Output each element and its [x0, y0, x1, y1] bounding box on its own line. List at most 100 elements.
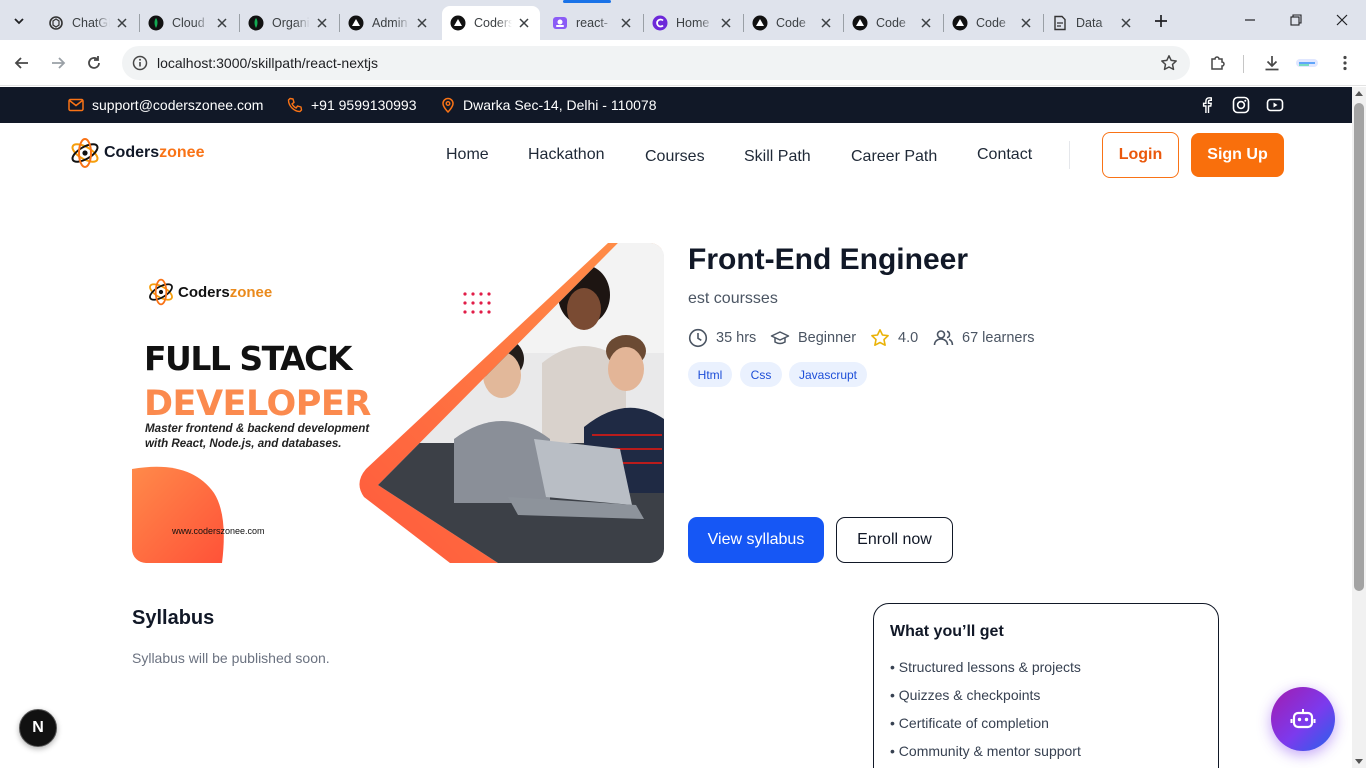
- restore-icon: [1290, 14, 1302, 26]
- triangle-logo-icon: [450, 15, 466, 31]
- close-tab-icon[interactable]: [1018, 15, 1034, 31]
- openai-icon: [48, 15, 64, 31]
- topbar-phone-text: +91 9599130993: [311, 97, 417, 113]
- minimize-window-button[interactable]: [1230, 8, 1270, 32]
- logo-text-zonee: zonee: [159, 144, 205, 161]
- banner-heading-line1: FULL STACK: [144, 339, 352, 378]
- page-viewport: support@coderszonee.com +91 9599130993 D…: [0, 87, 1352, 768]
- nav-career-path[interactable]: Career Path: [851, 148, 937, 166]
- mongodb-leaf-icon: [248, 15, 264, 31]
- reload-icon: [88, 56, 100, 69]
- url-text[interactable]: localhost:3000/skillpath/react-nextjs: [157, 55, 378, 71]
- close-tab-icon[interactable]: [1118, 15, 1134, 31]
- instagram-icon[interactable]: [1232, 96, 1250, 114]
- restore-window-button[interactable]: [1276, 8, 1316, 32]
- site-logo[interactable]: Coders zonee: [68, 136, 204, 170]
- enroll-now-button[interactable]: Enroll now: [836, 517, 953, 563]
- youtube-icon[interactable]: [1266, 96, 1284, 114]
- nextjs-dev-indicator[interactable]: N: [19, 709, 57, 747]
- banner-logo: Coders zonee: [146, 277, 272, 307]
- extensions-button[interactable]: [1206, 51, 1230, 75]
- benefit-item: • Structured lessons & projects: [890, 659, 1081, 675]
- clock-icon: [688, 328, 708, 348]
- bookmark-star-icon[interactable]: [1160, 54, 1178, 72]
- close-tab-icon[interactable]: [918, 15, 934, 31]
- app-icon: [552, 15, 568, 31]
- users-icon: [933, 330, 954, 346]
- signup-button[interactable]: Sign Up: [1191, 133, 1284, 177]
- close-tab-icon[interactable]: [314, 15, 330, 31]
- logo-text-coders: Coders: [104, 144, 160, 161]
- view-syllabus-button[interactable]: View syllabus: [688, 517, 824, 563]
- facebook-icon[interactable]: [1198, 96, 1216, 114]
- scrollbar-thumb[interactable]: [1354, 103, 1364, 591]
- syllabus-note: Syllabus will be published soon.: [132, 650, 330, 666]
- browser-tab-home[interactable]: Home: [644, 6, 742, 40]
- browser-menu-button[interactable]: [1333, 51, 1357, 75]
- syllabus-heading: Syllabus: [132, 607, 215, 629]
- close-tab-icon[interactable]: [618, 15, 634, 31]
- profile-button[interactable]: [1294, 53, 1320, 73]
- close-tab-icon[interactable]: [414, 15, 430, 31]
- close-tab-icon[interactable]: [214, 15, 230, 31]
- browser-tab-cloud[interactable]: Cloud: [140, 6, 238, 40]
- close-window-button[interactable]: [1322, 8, 1362, 32]
- nav-skill-path[interactable]: Skill Path: [744, 148, 811, 166]
- tag-html: Html: [688, 362, 732, 387]
- close-tab-icon[interactable]: [114, 15, 130, 31]
- nav-contact[interactable]: Contact: [977, 146, 1032, 164]
- nav-home[interactable]: Home: [446, 146, 489, 164]
- topbar-address-text: Dwarka Sec-14, Delhi - 110078: [463, 97, 657, 113]
- location-pin-icon: [442, 97, 454, 113]
- course-rating: 4.0: [870, 328, 918, 348]
- browser-tab-chatgpt[interactable]: ChatGPT: [40, 6, 138, 40]
- tag-javascript: Javascrupt: [789, 362, 867, 387]
- forward-button[interactable]: [46, 51, 70, 75]
- nav-courses[interactable]: Courses: [645, 148, 705, 166]
- graduation-cap-icon: [770, 331, 790, 345]
- scroll-down-arrow[interactable]: [1355, 759, 1363, 764]
- c-logo-icon: [652, 15, 668, 31]
- download-icon: [1265, 56, 1279, 71]
- atom-logo-icon: [71, 138, 99, 168]
- topbar-email[interactable]: support@coderszonee.com: [68, 87, 263, 123]
- triangle-logo-icon: [952, 15, 968, 31]
- browser-tab-data[interactable]: Data: [1044, 6, 1142, 40]
- page-scrollbar[interactable]: [1352, 87, 1366, 768]
- triangle-logo-icon: [348, 15, 364, 31]
- nav-hackathon[interactable]: Hackathon: [528, 146, 605, 164]
- chatbot-button[interactable]: [1271, 687, 1335, 751]
- new-tab-button[interactable]: [1150, 10, 1172, 32]
- course-learners: 67 learners: [933, 328, 1035, 348]
- reload-button[interactable]: [82, 51, 106, 75]
- browser-tab-code-3[interactable]: Code: [944, 6, 1042, 40]
- close-tab-icon[interactable]: [516, 15, 532, 31]
- kebab-menu-icon: [1343, 55, 1347, 71]
- browser-tab-coderszonee-active[interactable]: Coderszonee: [442, 6, 540, 40]
- browser-tab-organization[interactable]: Organization: [240, 6, 338, 40]
- course-banner-image: Coders zonee FULL STACK DEVELOPER Master …: [132, 243, 664, 563]
- site-info-icon[interactable]: [130, 53, 150, 73]
- browser-tab-code-2[interactable]: Code: [844, 6, 942, 40]
- downloads-button[interactable]: [1260, 51, 1284, 75]
- tab-search-button[interactable]: [6, 8, 32, 34]
- minimize-icon: [1245, 19, 1255, 21]
- puzzle-icon: [1211, 56, 1225, 70]
- browser-tab-code-1[interactable]: Code: [744, 6, 842, 40]
- login-button[interactable]: Login: [1102, 132, 1179, 178]
- atom-logo-icon: [149, 278, 173, 306]
- phone-icon: [287, 97, 303, 113]
- browser-tab-react[interactable]: react-: [544, 6, 642, 40]
- topbar-phone[interactable]: +91 9599130993: [287, 87, 417, 123]
- topbar-address: Dwarka Sec-14, Delhi - 110078: [441, 87, 657, 123]
- browser-tab-strip: ChatGPT Cloud Organization Admin Codersz…: [0, 0, 1366, 40]
- close-tab-icon[interactable]: [818, 15, 834, 31]
- benefits-card: What you’ll get • Structured lessons & p…: [873, 603, 1219, 768]
- main-navbar: Coders zonee Home Hackathon Courses Skill…: [0, 123, 1352, 187]
- course-duration: 35 hrs: [688, 328, 756, 348]
- scroll-up-arrow[interactable]: [1355, 91, 1363, 96]
- browser-tab-admin[interactable]: Admin: [340, 6, 438, 40]
- close-tab-icon[interactable]: [718, 15, 734, 31]
- back-button[interactable]: [10, 51, 34, 75]
- address-bar[interactable]: localhost:3000/skillpath/react-nextjs: [122, 46, 1190, 80]
